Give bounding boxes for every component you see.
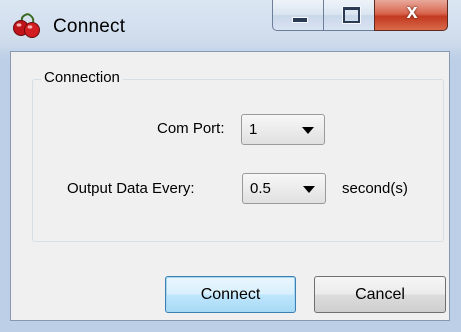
com-port-label: Com Port: <box>157 120 225 137</box>
groupbox-title: Connection <box>41 69 123 86</box>
minimize-button[interactable] <box>272 0 324 31</box>
connect-button[interactable]: Connect <box>165 276 296 313</box>
dialog-client-area: Connection Com Port: 1 Output Data Every… <box>10 51 450 321</box>
app-icon <box>13 13 40 38</box>
connect-dialog: Connect x Connection Com Port: 1 Output … <box>0 0 461 332</box>
window-title: Connect <box>53 16 126 37</box>
connection-groupbox: Connection Com Port: 1 Output Data Every… <box>32 69 444 242</box>
title-bar[interactable]: Connect x <box>0 0 461 50</box>
close-button[interactable]: x <box>374 0 448 31</box>
close-icon: x <box>406 1 418 23</box>
com-port-select[interactable]: 1 <box>241 114 325 145</box>
chevron-down-icon <box>302 127 314 134</box>
output-data-every-label: Output Data Every: <box>67 180 195 197</box>
cancel-button[interactable]: Cancel <box>314 276 446 313</box>
chevron-down-icon <box>303 186 315 193</box>
output-interval-value: 0.5 <box>250 180 271 197</box>
com-port-value: 1 <box>249 121 258 138</box>
maximize-icon <box>343 7 360 23</box>
maximize-button[interactable] <box>323 0 375 31</box>
minimize-icon <box>292 17 308 23</box>
caption-buttons: x <box>272 0 448 32</box>
output-interval-select[interactable]: 0.5 <box>242 173 326 204</box>
seconds-unit-label: second(s) <box>342 180 408 197</box>
